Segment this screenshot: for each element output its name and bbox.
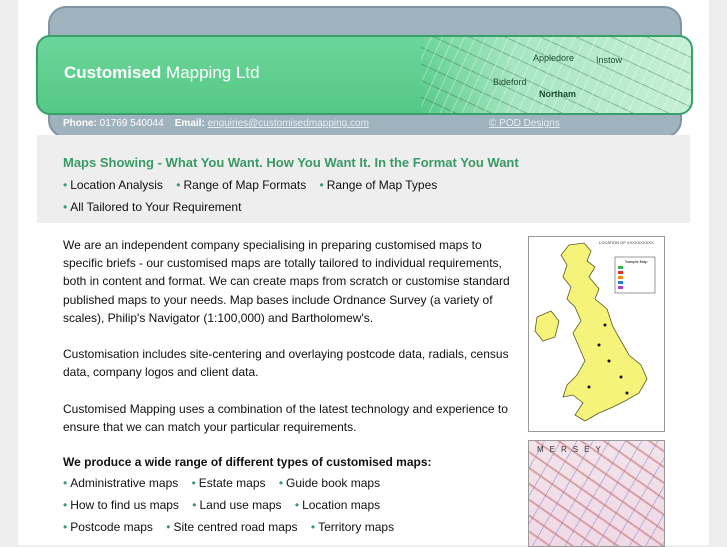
phone-label: Phone: [63,118,97,129]
map-types-row2: • How to find us maps • Land use maps • Loc… [63,498,390,512]
map-label-bideford: Bideford [493,77,527,87]
street-map-title: MERSEY [537,445,607,454]
bullet-icon: • [176,178,181,192]
bullet-icon: • [63,520,68,534]
bullet-icon: • [192,498,197,512]
bullet-icon: • [310,520,316,534]
site-title: Customised Mapping Ltd [64,63,260,83]
bullet-icon: • [63,498,68,512]
map-label-instow: Instow [596,55,623,65]
bullet-icon: • [63,178,68,192]
phone-value: 01769 540044 [99,118,164,129]
bullet-icon: • [319,178,324,192]
street-map-image[interactable]: MERSEY [528,440,665,547]
list-item: Territory maps [318,520,395,534]
site-title-bold: Customised [64,63,162,82]
map-types-row1: • Administrative maps • Estate maps • Guide… [63,476,390,490]
bullet-icon: • [63,476,68,490]
bullet-icon: • [294,498,300,512]
list-item: Land use maps [199,498,282,512]
list-item: Site centred road maps [173,520,298,534]
body-paragraph-2: Customisation includes site-centering an… [63,347,509,380]
list-item: Guide book maps [286,476,381,490]
uk-sample-map-image[interactable]: LOCATION OF XXXXXXXXXX Sample Map [528,236,665,432]
list-item: Location Analysis [70,178,163,192]
list-item: Range of Map Formats [183,178,307,192]
intro-bullets-row1: • Location Analysis • Range of Map Formats… [63,178,447,192]
map-types-row3: • Postcode maps • Site centred road maps •… [63,520,404,534]
header-map-image: Appledore Instow Northam Bideford [421,37,691,113]
intro-headline: Maps Showing - What You Want. How You Wa… [63,155,519,170]
map-label-appledore: Appledore [533,53,575,63]
list-item: Postcode maps [70,520,153,534]
list-item: Administrative maps [70,476,179,490]
uk-map-key-title: Sample Map [625,259,648,264]
list-item: How to find us maps [70,498,179,512]
list-item: Range of Map Types [326,178,438,192]
pod-designs-link[interactable]: © POD Designs [489,118,560,129]
map-types-heading: We produce a wide range of different typ… [63,455,432,469]
list-item: All Tailored to Your Requirement [70,200,242,214]
bullet-icon: • [63,200,68,214]
bullet-icon: • [191,476,196,490]
uk-map-title: LOCATION OF XXXXXXXXXX [599,240,654,245]
list-item: Estate maps [198,476,266,490]
body-paragraph-3: Customised Mapping uses a combination of… [63,402,508,435]
uk-map-graphic: LOCATION OF XXXXXXXXXX Sample Map [534,240,656,422]
body-paragraph-1: We are an independent company specialisi… [63,238,510,325]
email-link[interactable]: enquiries@customisedmapping.com [208,118,369,129]
email-label: Email: [174,118,205,129]
contact-bar: Phone: 01769 540044 Email: enquiries@cus… [63,118,369,129]
bullet-icon: • [278,476,284,490]
bullet-icon: • [166,520,171,534]
site-title-rest: Mapping Ltd [166,63,260,82]
list-item: Location maps [302,498,381,512]
map-label-northam: Northam [539,89,577,99]
header-banner: Appledore Instow Northam Bideford Custom… [36,35,693,115]
intro-bullets-row2: • All Tailored to Your Requirement [63,200,251,214]
